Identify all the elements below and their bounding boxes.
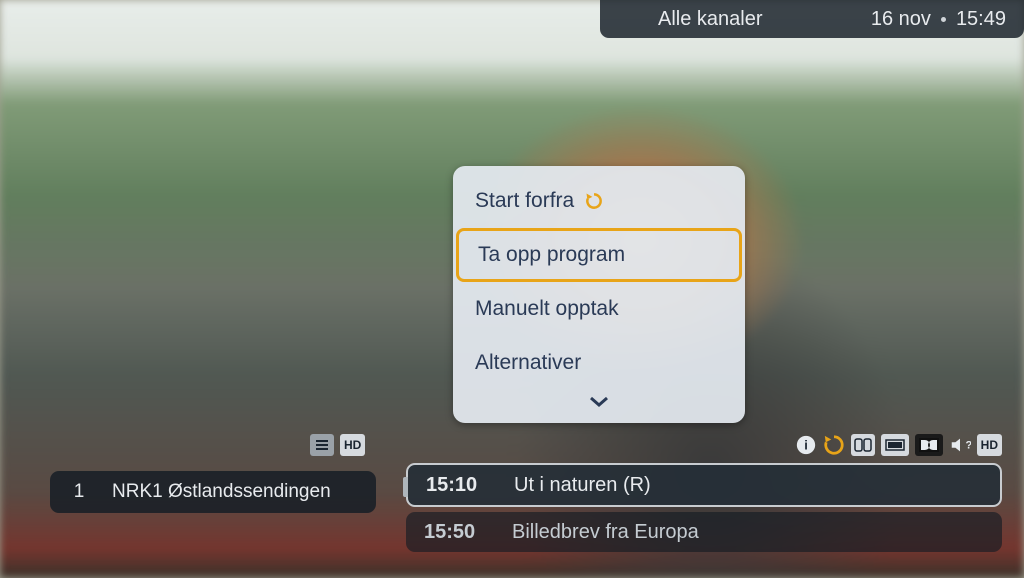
- channel-name: NRK1 Østlandssendingen: [112, 481, 331, 503]
- program-title: Billedbrev fra Europa: [512, 521, 699, 544]
- program-row-current[interactable]: 15:10 Ut i naturen (R): [406, 463, 1002, 507]
- menu-item-start-over[interactable]: Start forfra: [453, 174, 745, 228]
- dolby-icon: [915, 434, 943, 456]
- date-label: 16 nov: [871, 8, 931, 31]
- svg-text:?: ?: [965, 440, 971, 452]
- menu-item-label: Ta opp program: [478, 243, 625, 267]
- program-time: 15:10: [426, 474, 490, 497]
- menu-item-label: Start forfra: [475, 189, 574, 213]
- channel-group-label: Alle kanaler: [658, 8, 871, 31]
- list-icon: [310, 434, 334, 456]
- info-icon[interactable]: i: [795, 434, 817, 456]
- widescreen-icon: [881, 434, 909, 456]
- datetime: 16 nov 15:49: [871, 8, 1006, 31]
- menu-item-options[interactable]: Alternativer: [453, 336, 745, 390]
- separator-dot: [941, 17, 946, 22]
- program-time: 15:50: [424, 521, 488, 544]
- channel-badges: HD: [310, 434, 365, 456]
- menu-item-label: Alternativer: [475, 351, 581, 375]
- svg-text:i: i: [804, 438, 808, 453]
- action-menu: Start forfra Ta opp program Manuelt oppt…: [453, 166, 745, 423]
- restart-icon[interactable]: [823, 434, 845, 456]
- chevron-down-icon[interactable]: [453, 390, 745, 421]
- channel-info[interactable]: 1 NRK1 Østlandssendingen: [50, 471, 376, 513]
- channel-number: 1: [68, 481, 90, 503]
- hd-badge: HD: [977, 434, 1002, 456]
- hd-badge: HD: [340, 434, 365, 456]
- time-label: 15:49: [956, 8, 1006, 31]
- program-row-next[interactable]: 15:50 Billedbrev fra Europa: [406, 512, 1002, 552]
- restart-icon: [584, 191, 604, 211]
- menu-item-manual-record[interactable]: Manuelt opptak: [453, 282, 745, 336]
- subtitles-icon: [851, 434, 875, 456]
- menu-item-record-program[interactable]: Ta opp program: [456, 228, 742, 282]
- program-badges: i ? HD: [795, 434, 1002, 456]
- program-title: Ut i naturen (R): [514, 474, 651, 497]
- status-bar: Alle kanaler 16 nov 15:49: [600, 0, 1024, 38]
- audio-help-icon[interactable]: ?: [949, 434, 971, 456]
- menu-item-label: Manuelt opptak: [475, 297, 619, 321]
